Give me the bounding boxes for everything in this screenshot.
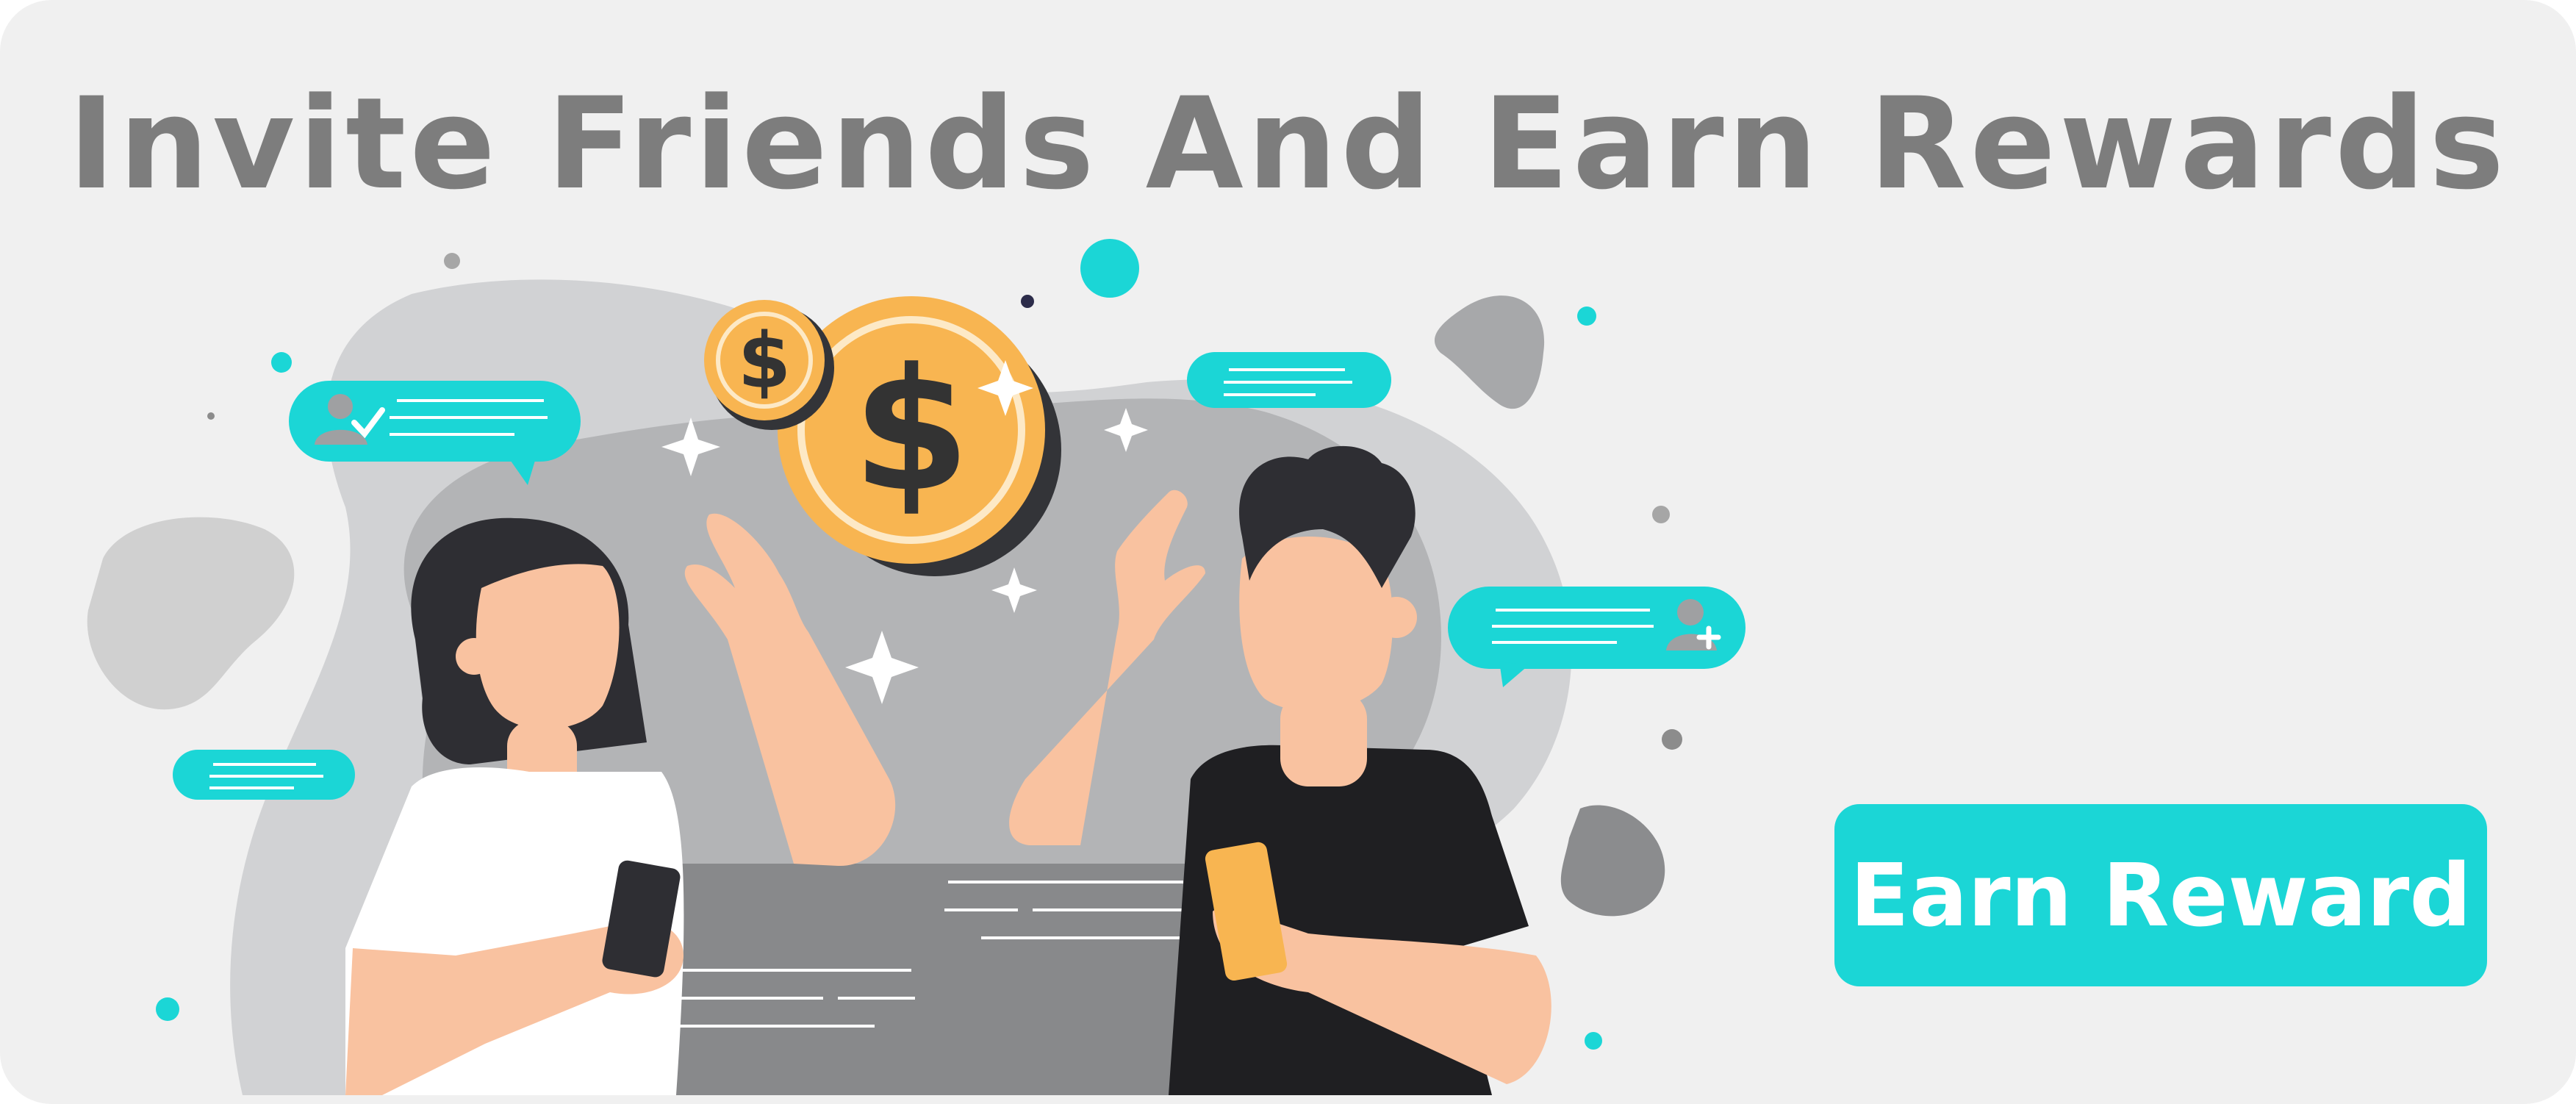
gray-dot xyxy=(444,253,460,269)
teal-dot xyxy=(1585,1032,1602,1050)
coin-symbol: $ xyxy=(853,333,970,529)
gray-dot xyxy=(1652,506,1670,523)
left-gray-blob xyxy=(87,517,295,710)
chat-bubble-left xyxy=(173,750,355,800)
gray-dot xyxy=(207,412,215,420)
right-bottom-gray-blob xyxy=(1560,805,1665,917)
invite-banner: $ $ Invite Friends And Earn Rewards Earn… xyxy=(0,0,2576,1104)
center-dark-panel xyxy=(661,864,1257,1095)
right-top-gray-blob xyxy=(1434,295,1545,409)
gray-dot xyxy=(1662,729,1682,750)
coin-symbol: $ xyxy=(738,316,791,406)
teal-dot xyxy=(1577,307,1596,326)
teal-dot xyxy=(1080,239,1139,298)
woman-ear xyxy=(456,638,492,675)
man-ear xyxy=(1376,597,1417,638)
teal-dot xyxy=(271,352,292,373)
woman-face xyxy=(476,564,620,729)
earn-reward-button[interactable]: Earn Reward xyxy=(1834,804,2487,986)
teal-dot xyxy=(156,997,179,1021)
chat-bubble-top-right xyxy=(1187,352,1391,408)
page-title: Invite Friends And Earn Rewards xyxy=(68,70,2508,218)
navy-dot xyxy=(1021,295,1034,308)
